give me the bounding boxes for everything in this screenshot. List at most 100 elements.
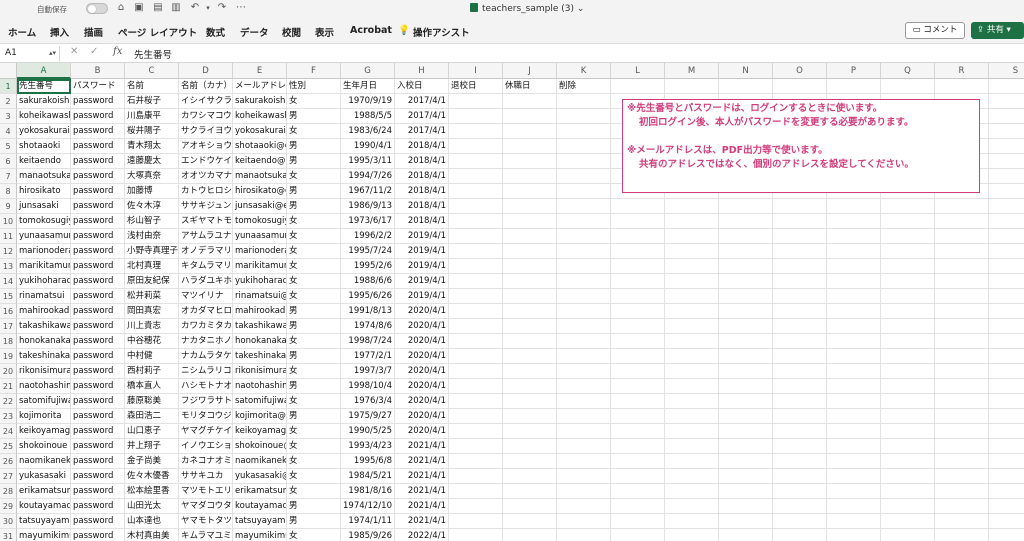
table-cell[interactable]: tomokosugiya — [233, 214, 287, 229]
column-header-l[interactable]: L — [611, 63, 665, 79]
table-cell[interactable] — [449, 229, 503, 244]
table-cell[interactable]: イノウエショ — [179, 439, 233, 454]
table-cell[interactable] — [989, 394, 1024, 409]
table-cell[interactable] — [881, 289, 935, 304]
header-cell[interactable] — [881, 79, 935, 94]
table-cell[interactable]: エンドウケイ — [179, 154, 233, 169]
undo-icon[interactable]: ↶ — [188, 2, 202, 13]
table-cell[interactable]: yokosakurai@ — [233, 124, 287, 139]
table-cell[interactable] — [449, 379, 503, 394]
table-cell[interactable] — [557, 409, 611, 424]
table-cell[interactable] — [719, 394, 773, 409]
table-cell[interactable]: password — [71, 499, 125, 514]
table-cell[interactable] — [989, 499, 1024, 514]
table-cell[interactable] — [881, 364, 935, 379]
table-cell[interactable] — [449, 109, 503, 124]
table-cell[interactable]: satomifujiwa — [17, 394, 71, 409]
table-cell[interactable]: 西村莉子 — [125, 364, 179, 379]
table-cell[interactable] — [989, 139, 1024, 154]
table-cell[interactable]: shotaaoki@e — [233, 139, 287, 154]
table-cell[interactable]: 山口恵子 — [125, 424, 179, 439]
table-cell[interactable]: 石井桜子 — [125, 94, 179, 109]
table-cell[interactable]: 桜井陽子 — [125, 124, 179, 139]
table-cell[interactable] — [719, 484, 773, 499]
table-cell[interactable]: キムラマユミ — [179, 529, 233, 541]
table-cell[interactable] — [665, 244, 719, 259]
row-header[interactable]: 16 — [0, 304, 17, 319]
table-cell[interactable]: 2017/4/1 — [395, 124, 449, 139]
row-header[interactable]: 18 — [0, 334, 17, 349]
table-cell[interactable]: 1995/3/11 — [341, 154, 395, 169]
table-cell[interactable]: yukihoharada — [17, 274, 71, 289]
table-cell[interactable] — [773, 289, 827, 304]
table-cell[interactable]: アサムラユナ — [179, 229, 233, 244]
table-cell[interactable]: mahirookada — [17, 304, 71, 319]
table-cell[interactable] — [665, 274, 719, 289]
table-cell[interactable]: password — [71, 424, 125, 439]
table-cell[interactable] — [719, 439, 773, 454]
table-cell[interactable]: 2020/4/1 — [395, 379, 449, 394]
column-header-o[interactable]: O — [773, 63, 827, 79]
table-cell[interactable]: 女 — [287, 229, 341, 244]
table-cell[interactable]: 女 — [287, 364, 341, 379]
table-cell[interactable] — [827, 454, 881, 469]
column-header-j[interactable]: J — [503, 63, 557, 79]
table-cell[interactable] — [611, 409, 665, 424]
table-cell[interactable] — [719, 304, 773, 319]
table-cell[interactable]: 男 — [287, 139, 341, 154]
table-cell[interactable]: 1967/11/2 — [341, 184, 395, 199]
table-cell[interactable]: 女 — [287, 94, 341, 109]
table-cell[interactable] — [665, 214, 719, 229]
formula-input[interactable]: 先生番号 — [134, 47, 172, 61]
table-cell[interactable]: password — [71, 514, 125, 529]
table-cell[interactable]: 2020/4/1 — [395, 424, 449, 439]
table-cell[interactable] — [449, 499, 503, 514]
table-cell[interactable]: 1986/9/13 — [341, 199, 395, 214]
table-cell[interactable] — [827, 244, 881, 259]
table-cell[interactable] — [719, 469, 773, 484]
table-cell[interactable]: 2022/4/1 — [395, 529, 449, 541]
table-cell[interactable]: アオキショウ — [179, 139, 233, 154]
table-cell[interactable] — [827, 259, 881, 274]
table-cell[interactable] — [827, 214, 881, 229]
table-cell[interactable]: shokoinoue@ — [233, 439, 287, 454]
row-header[interactable]: 4 — [0, 124, 17, 139]
table-cell[interactable]: 1990/5/25 — [341, 424, 395, 439]
table-cell[interactable]: tatsuyayama — [233, 514, 287, 529]
table-cell[interactable] — [773, 244, 827, 259]
table-cell[interactable]: 2021/4/1 — [395, 499, 449, 514]
table-cell[interactable] — [557, 499, 611, 514]
table-cell[interactable] — [881, 214, 935, 229]
table-cell[interactable] — [989, 214, 1024, 229]
table-cell[interactable] — [989, 409, 1024, 424]
header-cell[interactable]: 名前（カナ） — [179, 79, 233, 94]
table-cell[interactable] — [503, 184, 557, 199]
table-cell[interactable] — [449, 214, 503, 229]
table-cell[interactable] — [611, 274, 665, 289]
table-cell[interactable] — [773, 334, 827, 349]
table-cell[interactable]: 1995/7/24 — [341, 244, 395, 259]
table-cell[interactable] — [557, 514, 611, 529]
table-cell[interactable]: キタムラマリ — [179, 259, 233, 274]
table-cell[interactable] — [449, 124, 503, 139]
table-cell[interactable]: 2020/4/1 — [395, 334, 449, 349]
table-cell[interactable] — [665, 469, 719, 484]
table-cell[interactable] — [665, 289, 719, 304]
table-cell[interactable]: サクライヨウ — [179, 124, 233, 139]
table-cell[interactable] — [773, 214, 827, 229]
table-cell[interactable] — [881, 274, 935, 289]
table-cell[interactable]: 松井莉菜 — [125, 289, 179, 304]
table-cell[interactable]: 女 — [287, 289, 341, 304]
table-cell[interactable] — [503, 514, 557, 529]
table-cell[interactable]: 男 — [287, 409, 341, 424]
table-cell[interactable]: カネコナオミ — [179, 454, 233, 469]
table-cell[interactable]: 森田浩二 — [125, 409, 179, 424]
table-cell[interactable] — [665, 319, 719, 334]
table-cell[interactable]: 1995/6/26 — [341, 289, 395, 304]
table-cell[interactable]: カワシマコウ — [179, 109, 233, 124]
table-cell[interactable] — [665, 394, 719, 409]
table-cell[interactable] — [935, 304, 989, 319]
table-cell[interactable]: 遠藤慶太 — [125, 154, 179, 169]
tab-acrobat[interactable]: Acrobat — [350, 25, 392, 36]
header-cell[interactable] — [719, 79, 773, 94]
